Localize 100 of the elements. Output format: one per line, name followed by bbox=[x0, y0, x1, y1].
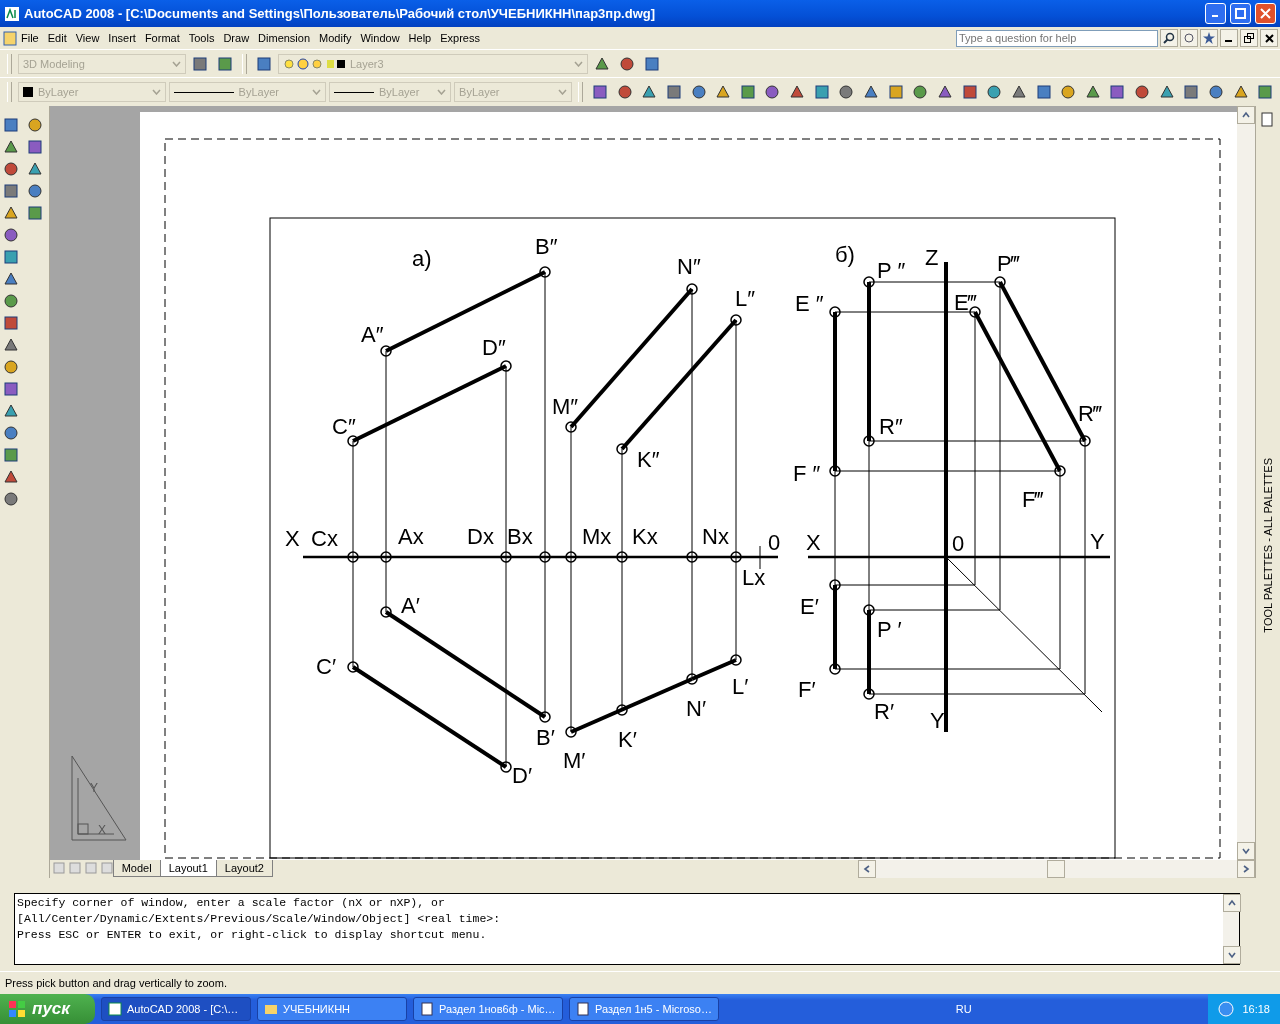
tool-icon bbox=[591, 84, 608, 101]
doc-minimize-button[interactable] bbox=[1220, 29, 1238, 48]
tool-icon bbox=[1060, 84, 1077, 101]
tool-icon bbox=[3, 402, 19, 419]
point-label: B″ bbox=[534, 233, 558, 259]
drawing-canvas[interactable]: а) B″ A″ D″ C″ N″ L″ M″ K″ X Cx Ax Dx Bx Mx Kx Nx 0 Lx A′ C′ B′ D′ M′ K′ N′ L′ б) P ″ Z P‴ E ″ E‴ R″ R‴ F ″ F‴ X 0 Y E′ P ′ F′ R′ Y Y X bbox=[49, 105, 1237, 860]
tool-icon bbox=[1208, 84, 1224, 101]
taskbar-button[interactable]: УЧЕБНИКНН bbox=[257, 997, 407, 1021]
tool-icon bbox=[3, 380, 19, 397]
arrow-left-icon bbox=[862, 864, 871, 873]
menu-item[interactable]: Window bbox=[357, 32, 406, 45]
command-line: Specify corner of window, enter a scale factor (nX or nXP), or bbox=[17, 894, 446, 911]
tool-icon bbox=[1035, 84, 1052, 101]
menu-item[interactable]: Draw bbox=[220, 32, 256, 45]
language-indicator[interactable]: RU bbox=[955, 1003, 972, 1015]
point-label: B′ bbox=[535, 724, 555, 750]
tool-icon bbox=[641, 84, 658, 101]
tool-icon bbox=[1134, 84, 1151, 101]
command-window[interactable] bbox=[14, 892, 1240, 966]
point-label: A″ bbox=[360, 321, 384, 347]
tool-icon bbox=[1158, 84, 1175, 101]
favorites-button[interactable] bbox=[1200, 29, 1218, 48]
tool-icon bbox=[3, 160, 19, 177]
tool-icon bbox=[3, 116, 19, 133]
point-label: X bbox=[284, 525, 300, 551]
tool-icon bbox=[3, 358, 19, 375]
point-label: C′ bbox=[315, 653, 336, 679]
tool-icon bbox=[912, 84, 929, 101]
menu-item[interactable]: Express bbox=[437, 32, 486, 45]
scroll-down-button[interactable] bbox=[1223, 946, 1241, 965]
tool-icon bbox=[936, 84, 953, 101]
tool-icon bbox=[739, 84, 756, 101]
line-sample-icon bbox=[334, 90, 375, 94]
menu-item[interactable]: Dimension bbox=[255, 32, 317, 45]
tool-icon bbox=[619, 55, 635, 72]
clock: 16:18 bbox=[1242, 1003, 1270, 1015]
tool-icon bbox=[887, 84, 904, 101]
tool-icon bbox=[616, 84, 633, 101]
point-label: N′ bbox=[685, 695, 706, 721]
point-label: Ax bbox=[397, 523, 424, 549]
document-icon bbox=[2, 30, 18, 47]
ucs-drawing: Y X bbox=[69, 753, 128, 842]
tool-icon bbox=[715, 84, 732, 101]
point-label: Kx bbox=[631, 523, 658, 549]
search-button[interactable] bbox=[1160, 29, 1178, 48]
taskbar-button[interactable]: Раздел 1нов6ф - Mic… bbox=[413, 997, 563, 1021]
taskbar-button[interactable]: Раздел 1н5 - Microso… bbox=[569, 997, 719, 1021]
tool-icon bbox=[764, 84, 781, 101]
windows-logo-icon bbox=[8, 1000, 26, 1018]
arrow-up-icon bbox=[1228, 898, 1236, 907]
tool-icon bbox=[1109, 84, 1126, 101]
point-label: F‴ bbox=[1021, 486, 1043, 512]
menu-item[interactable]: Insert bbox=[105, 32, 142, 45]
maximize-button[interactable] bbox=[1230, 3, 1251, 25]
tool-icon bbox=[192, 55, 208, 72]
minimize-button[interactable] bbox=[1205, 3, 1226, 25]
point-label: Bx bbox=[506, 523, 533, 549]
menu-item[interactable]: Help bbox=[405, 32, 438, 45]
menu-item[interactable]: Format bbox=[141, 32, 186, 45]
menu-item[interactable]: View bbox=[72, 32, 106, 45]
search-icon bbox=[1163, 32, 1175, 45]
menu-item[interactable]: File bbox=[18, 32, 45, 45]
maximize-icon bbox=[1235, 8, 1246, 20]
tool-icon bbox=[3, 314, 19, 331]
tool-icon bbox=[838, 84, 855, 101]
doc-restore-button[interactable] bbox=[1240, 29, 1258, 48]
scroll-up-button[interactable] bbox=[1223, 893, 1241, 912]
point-label: D′ bbox=[511, 762, 532, 788]
menu-item[interactable]: Tools bbox=[185, 32, 221, 45]
point-label: E′ bbox=[799, 593, 819, 619]
point-label: L″ bbox=[734, 285, 755, 311]
point-label: Dx bbox=[466, 523, 494, 549]
tool-icon bbox=[1010, 84, 1027, 101]
tool-icon bbox=[3, 490, 19, 507]
doc-close-button[interactable] bbox=[1260, 29, 1278, 48]
point-label: L′ bbox=[731, 673, 749, 699]
help-search-field[interactable]: Type a question for help bbox=[956, 29, 1158, 47]
tool-icon bbox=[3, 204, 19, 221]
point-label: A′ bbox=[400, 592, 420, 618]
point-label: N″ bbox=[676, 253, 701, 279]
tool-icon bbox=[690, 84, 707, 101]
point-label: 0 bbox=[951, 530, 964, 556]
menu-item[interactable]: Edit bbox=[44, 32, 73, 45]
point-label: K″ bbox=[636, 446, 660, 472]
tool-icon bbox=[3, 336, 19, 353]
communication-button[interactable] bbox=[1180, 29, 1198, 48]
point-label: Mx bbox=[581, 523, 611, 549]
tool-icon bbox=[27, 138, 43, 155]
tool-icon bbox=[27, 182, 43, 199]
point-label: K′ bbox=[617, 726, 637, 752]
tool-icon bbox=[789, 84, 806, 101]
point-label: Lx bbox=[741, 564, 765, 590]
close-button[interactable] bbox=[1255, 3, 1276, 25]
point-label: Cx bbox=[310, 525, 338, 551]
tool-icon bbox=[1257, 84, 1274, 101]
palette-title[interactable]: TOOL PALETTES - ALL PALETTES bbox=[1261, 457, 1274, 633]
restore-icon bbox=[1244, 33, 1254, 44]
folder-icon bbox=[264, 1002, 278, 1016]
menu-item[interactable]: Modify bbox=[316, 32, 358, 45]
taskbar-button[interactable]: AutoCAD 2008 - [C:\… bbox=[101, 997, 251, 1021]
